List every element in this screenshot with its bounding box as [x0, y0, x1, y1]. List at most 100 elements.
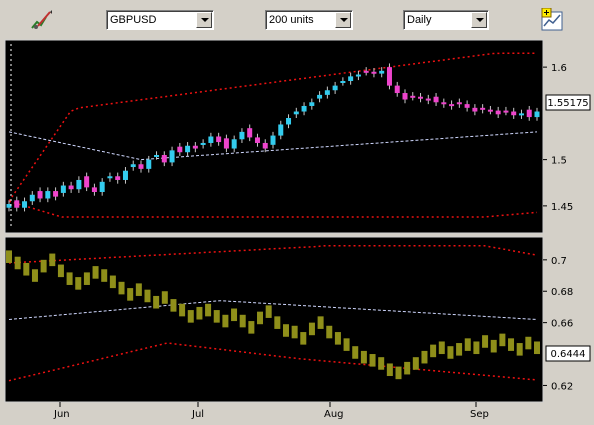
candle: [309, 102, 315, 106]
indicator-bar: [282, 324, 289, 337]
candle: [223, 138, 229, 149]
candle: [270, 135, 276, 145]
candle: [107, 176, 113, 179]
candle: [487, 109, 493, 112]
candle: [418, 96, 424, 99]
indicator-bar: [482, 335, 489, 348]
indicator-bar: [369, 354, 376, 367]
indicator-bar: [300, 332, 307, 345]
indicator-bar: [421, 350, 428, 364]
candle: [278, 124, 284, 136]
candle: [495, 110, 501, 115]
indicator-bar: [291, 325, 298, 339]
candle: [185, 145, 191, 153]
indicator-bar: [66, 272, 73, 285]
interval-select[interactable]: Daily: [403, 10, 489, 30]
candle: [340, 81, 346, 83]
x-tick-label: Sep: [470, 409, 489, 420]
indicator-bar: [31, 269, 38, 282]
indicator-bar: [248, 321, 255, 334]
interval-value: Daily: [407, 14, 432, 26]
candle: [456, 102, 462, 105]
x-tick-label: Jun: [53, 409, 70, 420]
indicator-bar: [153, 295, 160, 309]
indicator-bar: [213, 310, 220, 323]
indicator-bar: [170, 299, 177, 312]
candle: [14, 200, 20, 208]
indicator-bar: [144, 289, 151, 303]
indicator-bar: [412, 357, 419, 370]
indicator-panel[interactable]: [4, 236, 544, 403]
price-value-text: 1.55175: [547, 98, 588, 109]
indicator-bar: [534, 341, 540, 355]
candle: [29, 194, 35, 202]
candle: [192, 145, 198, 149]
indicator-bar: [49, 253, 56, 267]
indicator-bar: [257, 311, 264, 325]
add-chart-icon[interactable]: [540, 8, 564, 32]
indicator-bar: [57, 264, 64, 278]
candle: [200, 142, 206, 145]
indicator-bar: [179, 303, 186, 317]
candle: [76, 179, 82, 190]
candle: [138, 164, 144, 169]
indicator-bar: [395, 366, 402, 380]
indicator-bar: [75, 277, 82, 290]
candle: [293, 111, 299, 115]
chevron-down-icon[interactable]: [196, 12, 212, 28]
indicator-bar: [430, 344, 437, 358]
toolbar: GBPUSD 200 units Daily: [0, 0, 594, 36]
candle: [22, 201, 28, 208]
indicator-bar: [352, 346, 359, 359]
y-tick-label: 0.7: [551, 256, 567, 267]
candle: [208, 136, 214, 143]
candle: [154, 155, 160, 157]
indicator-bar: [274, 316, 281, 329]
y-tick-label: 1.45: [551, 202, 573, 213]
candle: [449, 104, 455, 107]
y-tick-label: 0.68: [551, 287, 573, 298]
indicator-bar: [464, 338, 471, 351]
price-y-axis: 1.6 1.5 1.45: [543, 63, 573, 213]
candle: [301, 105, 307, 112]
candle: [472, 107, 478, 112]
indicator-value-text: 0.6444: [551, 349, 586, 360]
indicator-bar: [499, 333, 506, 347]
chevron-down-icon[interactable]: [335, 12, 351, 28]
candle: [216, 136, 222, 143]
indicator-bar: [447, 346, 454, 359]
candle: [324, 90, 330, 95]
candle: [379, 70, 385, 74]
chevron-down-icon[interactable]: [471, 12, 487, 28]
candle: [348, 76, 354, 81]
indicator-y-axis: 0.7 0.68 0.66 0.62: [543, 256, 573, 392]
candle: [534, 111, 540, 118]
chart-area: 1.6 1.5 1.45 0.7 0.68 0.66 0.62 Jun Jul Aug Sep …: [0, 36, 594, 422]
units-select[interactable]: 200 units: [265, 10, 353, 30]
symbol-select[interactable]: GBPUSD: [106, 10, 214, 30]
indicator-bar: [127, 288, 134, 301]
indicator-bar: [326, 325, 333, 339]
indicator-bar: [205, 303, 212, 317]
y-tick-label: 1.6: [551, 63, 567, 74]
indicator-bar: [23, 262, 30, 276]
indicator-bar: [135, 283, 142, 296]
candle: [115, 176, 121, 180]
indicator-bar: [83, 272, 90, 285]
candle: [480, 107, 486, 110]
indicator-bar: [40, 259, 47, 273]
candle: [60, 185, 66, 193]
candle: [45, 191, 51, 199]
candle: [169, 150, 175, 163]
indicator-bar: [360, 350, 367, 364]
candle: [355, 74, 361, 77]
indicator-bar: [239, 314, 246, 328]
units-value: 200 units: [269, 14, 314, 26]
indicator-bar: [343, 338, 350, 351]
candle: [441, 102, 447, 105]
indicator-bar: [265, 305, 272, 318]
pencil-chart-icon[interactable]: [30, 8, 54, 32]
candle: [177, 146, 183, 153]
chart-svg[interactable]: 1.61.51.45 0.70.680.660.62 Jun Jul Aug Sep …: [0, 36, 594, 422]
candle: [130, 164, 136, 168]
